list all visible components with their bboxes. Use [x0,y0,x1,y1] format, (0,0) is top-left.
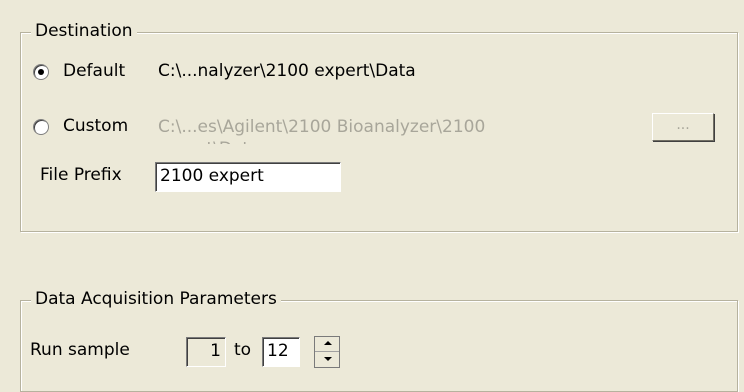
default-radio[interactable] [33,64,49,80]
default-path: C:\...nalyzer\2100 expert\Data [158,61,416,81]
file-prefix-input[interactable]: 2100 expert [155,162,341,192]
custom-radio[interactable] [33,119,49,135]
to-label: to [234,340,252,360]
file-prefix-label: File Prefix [40,165,122,185]
browse-button[interactable]: ... [652,113,714,141]
from-sample-field: 1 [186,337,226,367]
default-label[interactable]: Default [63,61,125,81]
custom-label[interactable]: Custom [63,116,128,136]
radio-selected-dot [38,69,44,75]
to-sample-input[interactable]: 12 [262,337,300,367]
destination-legend: Destination [31,21,137,41]
acquisition-legend: Data Acquisition Parameters [31,289,281,309]
arrow-up-icon [324,341,332,345]
sample-spinner[interactable] [314,336,340,368]
spinner-up-button[interactable] [315,337,339,352]
spinner-down-button[interactable] [315,352,339,367]
arrow-down-icon [324,357,332,361]
run-sample-label: Run sample [30,340,130,360]
custom-path: C:\...es\Agilent\2100 Bioanalyzer\2100 e… [158,117,486,144]
